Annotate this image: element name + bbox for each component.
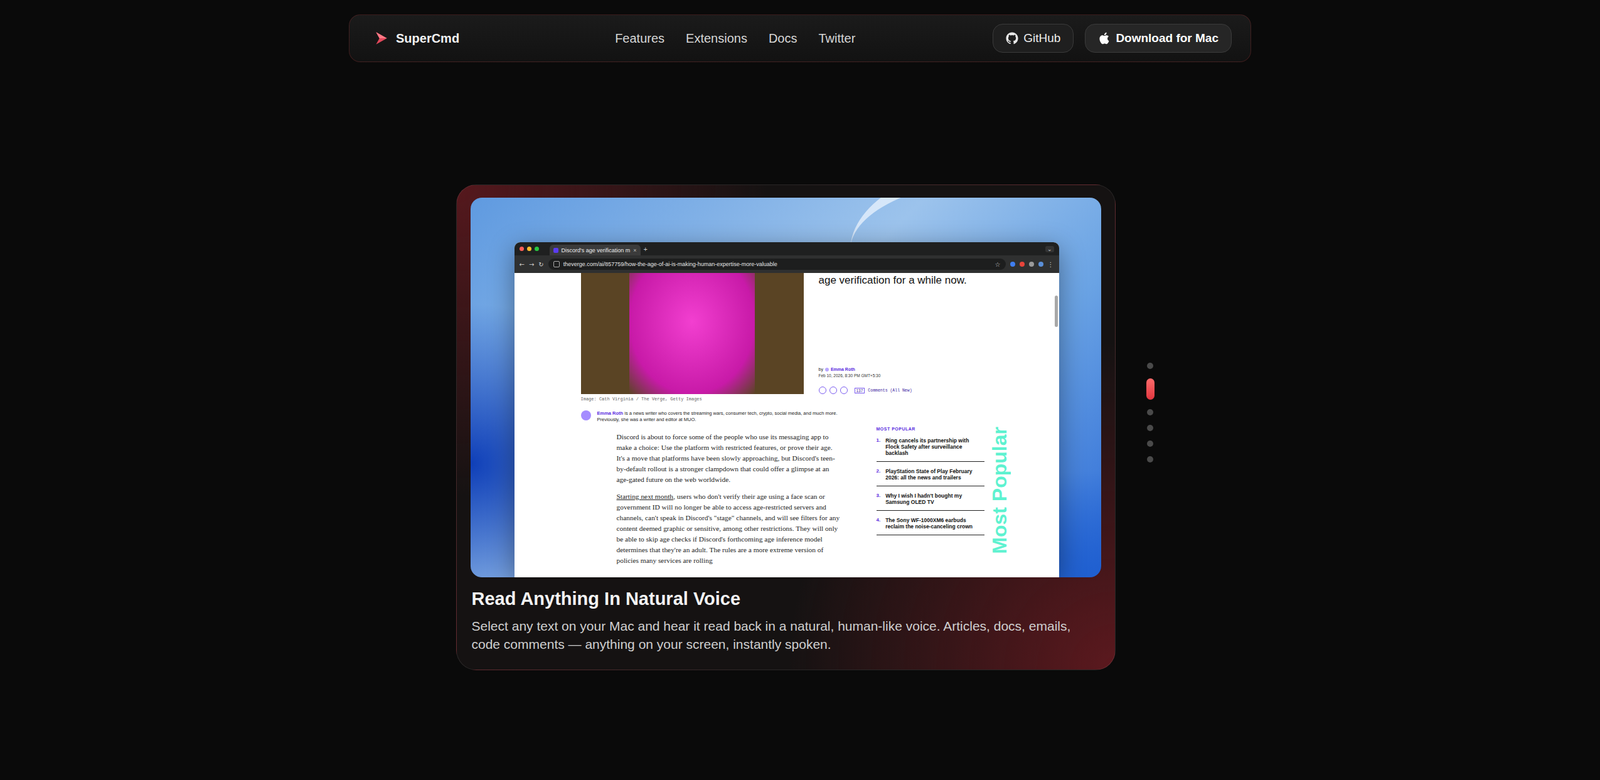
extension-icon[interactable] (1019, 261, 1025, 267)
tab-menu-button[interactable]: ⌄ (1045, 245, 1055, 253)
author-link[interactable]: Emma Roth (830, 367, 856, 372)
more-button[interactable]: ⋮ (1047, 261, 1055, 268)
popular-title: The Sony WF-1000XM6 earbuds reclaim the … (885, 517, 984, 530)
inline-link[interactable]: Starting next month (616, 492, 674, 501)
share-icon[interactable] (829, 386, 838, 395)
close-light-icon[interactable] (519, 246, 524, 251)
tab-title: Discord's age verification m (561, 247, 631, 254)
slide-dot[interactable] (1146, 424, 1154, 432)
image-caption: Image: Cath Virginia / The Verge, Getty … (581, 396, 1060, 402)
popular-heading: MOST POPULAR (876, 426, 985, 432)
byline-prefix: by (818, 367, 824, 372)
popular-rank: 3. (876, 492, 881, 506)
new-tab-button[interactable]: + (643, 245, 648, 253)
slide-dot[interactable] (1146, 440, 1154, 447)
share-row: 137Comments (All New) (818, 386, 976, 395)
slide-dot[interactable] (1146, 378, 1155, 400)
nav-button[interactable]: Download for Mac (1084, 23, 1232, 53)
nav-link[interactable]: Twitter (818, 31, 856, 46)
feature-description: Select any text on your Mac and hear it … (471, 616, 1100, 654)
feature-text: Read Anything In Natural Voice Select any… (470, 577, 1102, 654)
popular-title: PlayStation State of Play February 2026:… (885, 468, 984, 481)
most-popular: MOST POPULAR 1.Ring cancels its partnersh… (876, 426, 1011, 573)
extension-icon[interactable] (1010, 261, 1016, 267)
browser-tab[interactable]: Discord's age verification m× (549, 244, 641, 256)
headline: age verification for a while now. (818, 274, 976, 287)
tab-close[interactable]: × (633, 247, 637, 254)
article-meta: age verification for a while now. by Emma … (818, 272, 976, 395)
hero-image (581, 272, 804, 395)
minimize-light-icon[interactable] (527, 246, 532, 251)
nav-button[interactable]: ← (519, 261, 525, 268)
popular-rank: 1. (876, 437, 881, 457)
button-label: GitHub (1023, 31, 1061, 46)
brand[interactable]: SuperCmd (373, 30, 460, 47)
popular-title: Ring cancels its partnership with Flock … (885, 437, 984, 457)
github-icon (1005, 32, 1019, 45)
brand-name: SuperCmd (395, 31, 460, 46)
button-label: Download for Mac (1115, 31, 1219, 46)
feature-screenshot: Discord's age verification m×+⌄←→↻thever… (470, 197, 1102, 578)
hero-graphic (629, 272, 755, 395)
extension-icon[interactable] (1029, 261, 1035, 267)
popular-item[interactable]: 3. Why I wish I hadn't bought my Samsung … (876, 490, 985, 511)
nav-link[interactable]: Extensions (685, 31, 748, 46)
popular-item[interactable]: 4. The Sony WF-1000XM6 earbuds reclaim th… (876, 514, 985, 536)
byline-text: by Emma Roth (818, 367, 976, 372)
byline: by Emma RothFeb 10, 2026, 8:30 PM GMT+5:3… (818, 367, 976, 395)
nav-button[interactable]: GitHub (992, 23, 1074, 53)
feature-title: Read Anything In Natural Voice (471, 588, 1100, 610)
nav-button[interactable]: → (528, 261, 534, 268)
nav-actions: GitHub Download for Mac (992, 23, 1232, 53)
article-body: Discord is about to force some of the pe… (514, 431, 1060, 573)
nav-link[interactable]: Features (614, 31, 665, 46)
gift-icon[interactable] (840, 386, 848, 395)
site-info-icon[interactable] (553, 261, 560, 268)
url-text: theverge.com/ai/857759/how-the-age-of-ai… (563, 261, 992, 268)
zoom-light-icon[interactable] (534, 246, 539, 251)
popular-rank: 4. (876, 517, 881, 530)
bookmark-button[interactable]: ☆ (995, 261, 1001, 268)
comment-count[interactable]: 137 (854, 387, 866, 394)
apple-icon (1098, 32, 1111, 45)
article-header: age verification for a while now. by Emma … (514, 272, 1060, 395)
favicon-icon (553, 247, 559, 253)
comments-link[interactable]: Comments (All New) (867, 388, 912, 393)
nav-links: Features Extensions Docs Twitter (614, 31, 856, 46)
popular-rank: 2. (876, 468, 881, 481)
popular-watermark: Most Popular (988, 426, 1011, 555)
popular-title: Why I wish I hadn't bought my Samsung OL… (885, 492, 984, 506)
logo-icon (373, 30, 390, 47)
browser-window: Discord's age verification m×+⌄←→↻thever… (514, 242, 1060, 578)
popular-list: MOST POPULAR 1.Ring cancels its partnersh… (876, 426, 985, 539)
web-page: age verification for a while now. by Emma … (514, 272, 1060, 578)
toolbar: ←→ ↻ theverge.com/ai/857759/how-the-age-of… (514, 255, 1060, 273)
tab-bar: Discord's age verification m×+⌄ (514, 242, 1060, 256)
slide-indicator (1146, 362, 1155, 463)
slide-dot[interactable] (1146, 409, 1154, 416)
nav-button[interactable]: ↻ (538, 261, 544, 268)
nav-link[interactable]: Docs (768, 31, 798, 46)
article-text: Discord is about to force some of the pe… (616, 431, 843, 573)
paragraph: Discord is about to force some of the pe… (616, 431, 843, 486)
bio-text: Emma Roth is a news writer who covers th… (597, 410, 843, 423)
top-nav: SuperCmd Features Extensions Docs Twitter Git… (348, 14, 1252, 63)
publish-date: Feb 10, 2026, 8:30 PM GMT+5:30 (818, 373, 976, 378)
popular-item[interactable]: 2. PlayStation State of Play February 202… (876, 465, 985, 487)
slide-dot[interactable] (1146, 456, 1154, 463)
author-icon (825, 367, 829, 372)
scrollbar[interactable] (1054, 295, 1058, 327)
paragraph: Starting next month, users who don't ver… (616, 491, 843, 566)
feature-carousel: Discord's age verification m×+⌄←→↻thever… (446, 184, 1155, 671)
author-bio: Emma Roth is a news writer who covers th… (581, 410, 1060, 423)
author-avatar[interactable] (581, 410, 592, 421)
feature-card: Discord's age verification m×+⌄←→↻thever… (456, 184, 1116, 671)
popular-item[interactable]: 1.Ring cancels its partnership with Floc… (876, 434, 985, 462)
link-icon[interactable] (818, 386, 827, 395)
slide-dot[interactable] (1146, 362, 1154, 369)
bio-author-link[interactable]: Emma Roth (597, 410, 624, 416)
address-bar[interactable]: theverge.com/ai/857759/how-the-age-of-ai… (548, 258, 1006, 270)
profile-icon[interactable] (1038, 261, 1044, 267)
landing-page: SuperCmd Features Extensions Docs Twitter Git… (0, 0, 1600, 780)
